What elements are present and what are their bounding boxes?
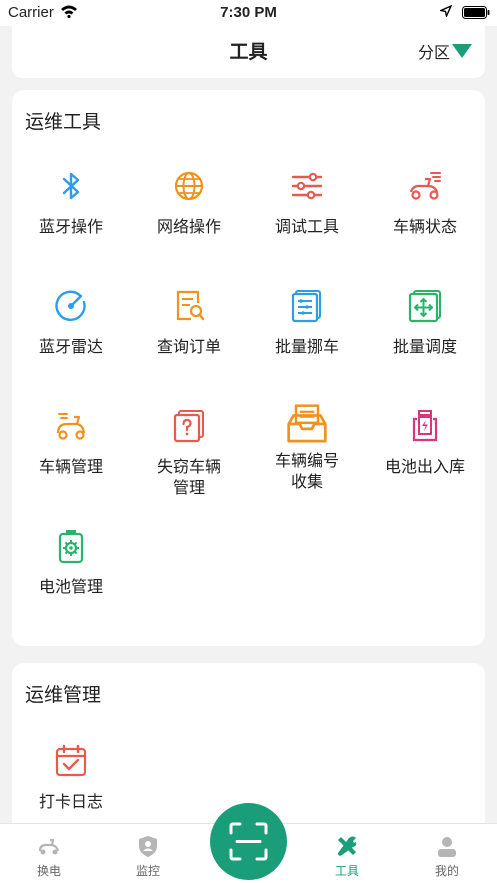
top-header: 工具 分区: [12, 26, 485, 78]
tab-battery-swap[interactable]: 换电: [9, 834, 89, 879]
tool-debug[interactable]: 调试工具: [248, 168, 366, 237]
scooter-icon: [409, 172, 441, 200]
tool-query-order[interactable]: 查询订单: [130, 288, 248, 357]
triangle-down-icon: [452, 44, 473, 58]
tab-label: 监控: [135, 864, 160, 878]
tab-monitor[interactable]: 监控: [108, 834, 188, 879]
tab-tools[interactable]: 工具: [307, 834, 387, 879]
tool-check-in-log[interactable]: 打卡日志: [12, 743, 130, 812]
tab-label: 我的: [434, 864, 459, 878]
tool-bluetooth-operation[interactable]: 蓝牙操作: [12, 168, 130, 237]
user-tab-icon: [438, 837, 456, 857]
tool-vehicle-management[interactable]: 车辆管理: [12, 408, 130, 477]
tool-network-operation[interactable]: 网络操作: [130, 168, 248, 237]
move-icon: [408, 290, 441, 323]
region-selector[interactable]: 分区: [418, 39, 473, 63]
tool-label: 车辆状态: [392, 217, 457, 236]
tool-label: 蓝牙雷达: [38, 337, 103, 356]
tab-mine[interactable]: 我的: [407, 834, 487, 879]
tool-battery-management[interactable]: 电池管理: [12, 528, 130, 597]
tool-label: 车辆管理: [38, 457, 103, 476]
region-label: 分区: [418, 43, 451, 62]
tool-batch-dispatch[interactable]: 批量调度: [366, 288, 484, 357]
tools-tab-icon: [338, 836, 357, 856]
section-title: 运维工具: [25, 111, 102, 133]
stolen-icon: [173, 410, 204, 443]
page-title: 工具: [229, 41, 268, 63]
vehicle-manage-icon: [56, 413, 86, 440]
list-icon: [291, 290, 321, 323]
tool-label: 车辆编号 收集: [274, 451, 339, 491]
tool-label: 批量调度: [392, 337, 457, 356]
radar-icon: [55, 290, 86, 321]
status-bar: Carrier 7:30 PM: [0, 0, 497, 26]
tool-vehicle-status[interactable]: 车辆状态: [366, 168, 484, 237]
tool-label: 电池管理: [38, 577, 103, 596]
tool-label: 电池出入库: [384, 457, 465, 476]
scan-icon: [229, 822, 268, 861]
tab-label: 工具: [334, 864, 359, 878]
inbox-icon: [287, 404, 327, 443]
location-arrow-icon: [440, 5, 452, 17]
shield-tab-icon: [139, 836, 157, 857]
clock: 7:30 PM: [220, 4, 277, 21]
tool-label: 调试工具: [274, 217, 339, 236]
tool-bluetooth-radar[interactable]: 蓝牙雷达: [12, 288, 130, 357]
sliders-icon: [291, 172, 323, 200]
ops-tools-card: 运维工具 蓝牙操作 网络操作 调试工具 车辆状态 蓝牙雷达 查询订单 批量挪车 …: [12, 90, 485, 646]
section-title: 运维管理: [25, 684, 102, 706]
scooter-tab-icon: [38, 838, 60, 855]
calendar-check-icon: [55, 744, 87, 777]
tool-stolen-vehicle[interactable]: 失窃车辆 管理: [130, 408, 248, 498]
tool-label: 批量挪车: [274, 337, 339, 356]
tool-battery-in-out[interactable]: 电池出入库: [366, 408, 484, 477]
tool-label: 失窃车辆 管理: [156, 457, 221, 497]
battery-icon: [462, 6, 490, 19]
tool-label: 查询订单: [156, 337, 221, 356]
tool-label: 网络操作: [156, 217, 221, 236]
tool-label: 打卡日志: [38, 792, 103, 811]
tool-label: 蓝牙操作: [38, 217, 103, 236]
globe-icon: [174, 171, 204, 201]
tool-vehicle-number-collect[interactable]: 车辆编号 收集: [248, 402, 366, 492]
bluetooth-icon: [62, 172, 80, 200]
tool-batch-move[interactable]: 批量挪车: [248, 288, 366, 357]
tab-label: 换电: [36, 864, 61, 878]
order-search-icon: [176, 290, 205, 321]
scan-button[interactable]: [210, 803, 287, 880]
battery-gear-icon: [58, 530, 84, 564]
battery-charge-icon: [412, 410, 438, 442]
